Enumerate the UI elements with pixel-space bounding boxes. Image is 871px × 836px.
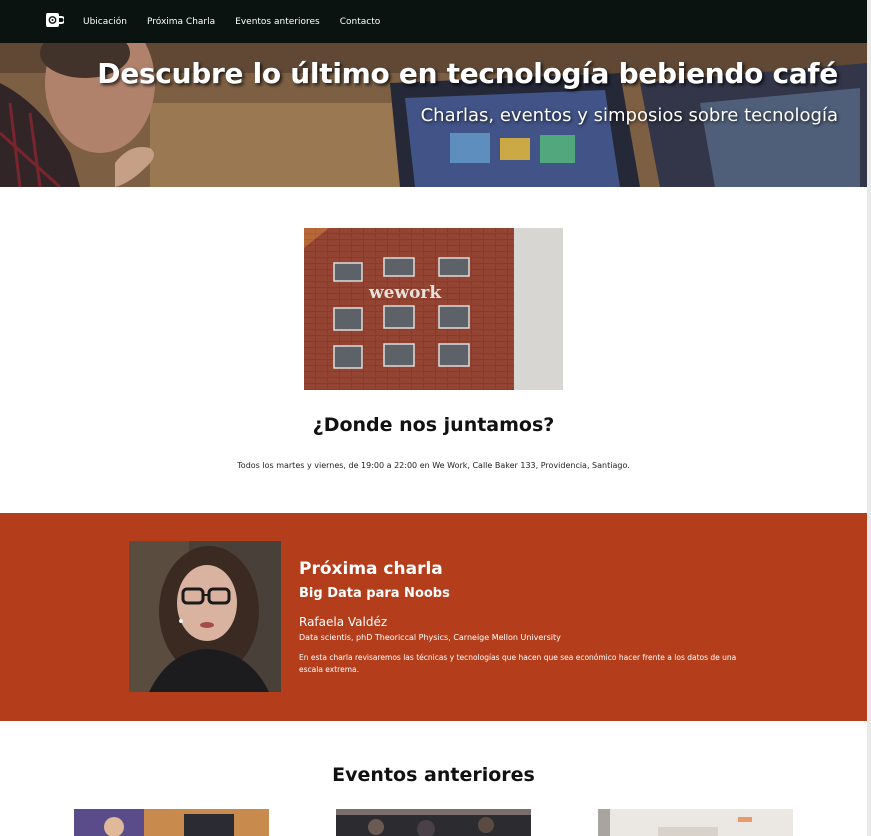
past-event-image-3[interactable] [598,809,793,836]
nav-link-contacto[interactable]: Contacto [340,17,381,27]
scrollbar-track[interactable] [867,0,871,836]
past-event-image-2[interactable] [336,809,531,836]
speaker-bio: Data scientis, phD Theoriccal Physics, C… [299,633,561,642]
speaker-photo [129,541,281,692]
past-event-image-1[interactable] [74,809,269,836]
location-text: Todos los martes y viernes, de 19:00 a 2… [237,461,630,470]
past-events-title: Eventos anteriores [332,764,535,786]
navbar: Ubicación Próxima Charla Eventos anterio… [0,0,867,43]
next-talk-heading: Próxima charla [299,559,443,579]
hero-subtitle: Charlas, eventos y simposios sobre tecno… [420,105,838,126]
next-talk-section: Próxima charla Big Data para Noobs Rafae… [0,513,867,721]
hero-banner: Descubre lo último en tecnología bebiend… [0,43,867,187]
svg-text:wework: wework [368,283,442,303]
page: Ubicación Próxima Charla Eventos anterio… [0,0,867,836]
speaker-name: Rafaela Valdéz [299,615,388,629]
nav-links: Ubicación Próxima Charla Eventos anterio… [83,0,400,43]
wework-building-photo: wework [304,228,563,390]
nav-link-eventos-anteriores[interactable]: Eventos anteriores [235,17,320,27]
nav-link-proxima-charla[interactable]: Próxima Charla [147,17,215,27]
hero-title: Descubre lo último en tecnología bebiend… [97,57,838,90]
talk-title: Big Data para Noobs [299,586,450,601]
location-title: ¿Donde nos juntamos? [312,414,555,436]
past-events-section: Eventos anteriores [0,721,867,836]
talk-description: En esta charla revisaremos las técnicas … [299,653,737,674]
nav-link-ubicacion[interactable]: Ubicación [83,17,127,27]
location-section: wework ¿Donde nos juntamos? Todos los ma… [0,187,867,513]
coffee-cup-icon[interactable] [45,11,66,29]
